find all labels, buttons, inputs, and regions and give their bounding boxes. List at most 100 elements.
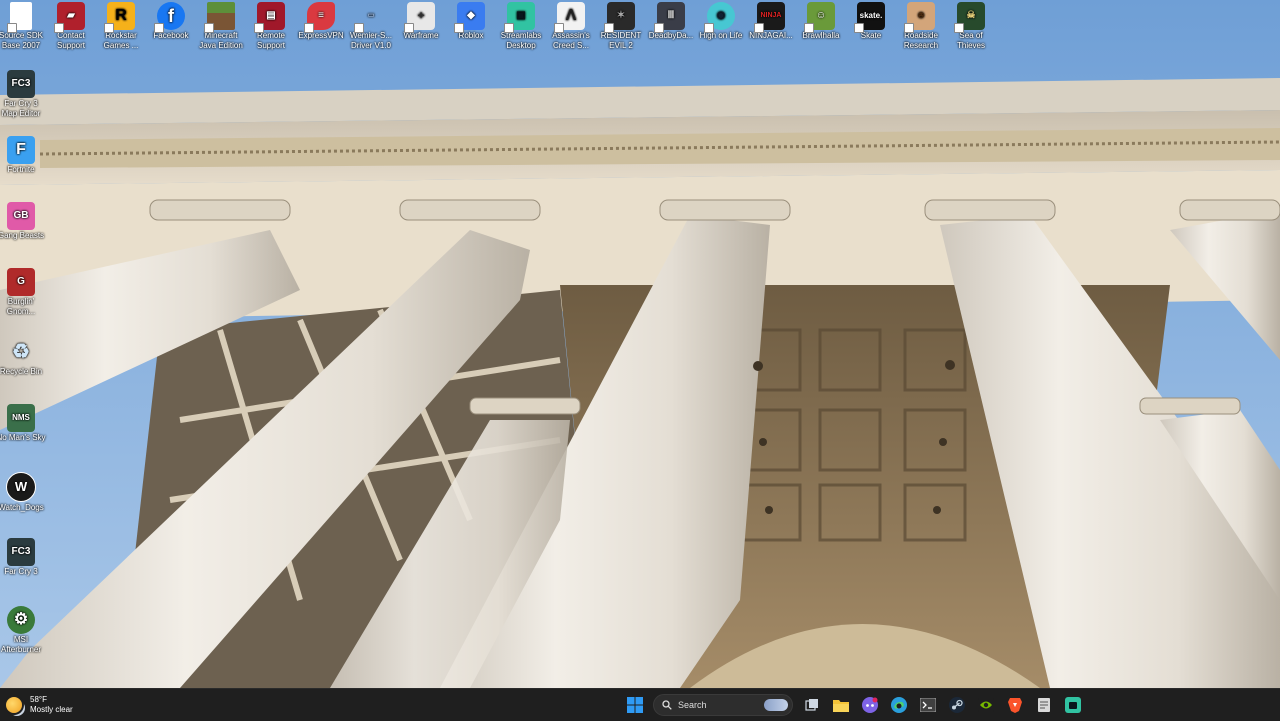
desktop-icon-label: Source SDK Base 2007	[0, 31, 44, 50]
brave-button[interactable]	[1003, 693, 1027, 717]
desktop-icon-dead-by-daylight[interactable]: Ⅲ DeadbyDa...	[646, 0, 696, 41]
nvidia-icon	[977, 698, 994, 712]
desktop-icon-warframe[interactable]: ⟡ Warframe	[396, 0, 446, 41]
desktop-icon-skate[interactable]: skate. Skate	[846, 0, 896, 41]
minecraft-icon	[204, 2, 235, 33]
desktop-icon-resident-evil-2[interactable]: ✶ RESIDENT EVIL 2	[596, 0, 646, 51]
burglin-gnomes-icon: G	[7, 268, 35, 296]
desktop-icon-roblox[interactable]: ◆ Roblox	[446, 0, 496, 41]
msi-afterburner-icon: ⚙	[7, 606, 35, 634]
streamlabs-button[interactable]	[1061, 693, 1085, 717]
desktop-icon-gang-beasts[interactable]: GB Gang Beasts	[0, 200, 46, 241]
roadside-research-icon: ☻	[904, 2, 935, 33]
far-cry-3-icon: FC3	[7, 538, 35, 566]
desktop-icon-burglin-gnomes[interactable]: G Burglin' Gnom...	[0, 266, 46, 317]
desktop-icon-brawlhalla[interactable]: ☺ Brawlhalla	[796, 0, 846, 41]
desktop-icon-label: No Man's Sky	[0, 433, 46, 442]
desktop-icon-assassins-creed[interactable]: Λ Assassin's Creed S...	[546, 0, 596, 51]
terminal-button[interactable]	[916, 693, 940, 717]
desktop-icon-label: Far Cry 3	[4, 567, 38, 576]
desktop-icon-label: RESIDENT EVIL 2	[600, 31, 642, 50]
dead-by-daylight-icon: Ⅲ	[654, 2, 685, 33]
desktop-icon-source-sdk[interactable]: Source SDK Base 2007	[0, 0, 46, 51]
fortnite-icon: F	[7, 136, 35, 164]
desktop-icon-contact-support[interactable]: ▰ Contact Support	[46, 0, 96, 51]
file-explorer-button[interactable]	[829, 693, 853, 717]
desktop-icon-ninja-gaiden[interactable]: NINJA NINJAGAI...	[746, 0, 796, 41]
desktop-icon-rockstar-games[interactable]: R Rockstar Games ...	[96, 0, 146, 51]
desktop-icon-far-cry-3[interactable]: FC3 Far Cry 3	[0, 536, 46, 577]
desktop-icon-label: Gang Beasts	[0, 231, 45, 240]
roblox-icon: ◆	[454, 2, 485, 33]
desktop-icon-facebook[interactable]: f Facebook	[146, 0, 196, 41]
taskbar: 58°F Mostly clear Search	[0, 688, 1280, 721]
task-view-button[interactable]	[800, 693, 824, 717]
brave-icon	[1007, 698, 1022, 713]
desktop-icon-label: Rockstar Games ...	[103, 31, 139, 50]
desktop-icon-label: Remote Support	[256, 31, 286, 50]
desktop-icon-driver[interactable]: ▭ Wemier-S... Driver V1.0	[346, 0, 396, 51]
desktop-icon-label: Assassin's Creed S...	[552, 31, 590, 50]
desktop-icon-watch-dogs[interactable]: W Watch_Dogs	[0, 470, 46, 513]
steam-icon	[948, 697, 965, 713]
terminal-icon	[919, 698, 936, 712]
skate-icon: skate.	[854, 2, 885, 33]
taskbar-search-box[interactable]: Search	[653, 694, 793, 716]
desktop-icon-recycle-bin[interactable]: ♻ Recycle Bin	[0, 336, 46, 377]
watch-dogs-icon: W	[6, 472, 36, 502]
nvidia-button[interactable]	[974, 693, 998, 717]
desktop-icon-streamlabs[interactable]: ▣ Streamlabs Desktop	[496, 0, 546, 51]
ninja-gaiden-icon: NINJA	[754, 2, 785, 33]
desktop-icon-label: Wemier-S... Driver V1.0	[349, 31, 393, 50]
weather-condition: Mostly clear	[30, 705, 73, 714]
desktop-icon-no-mans-sky[interactable]: NMS No Man's Sky	[0, 402, 46, 443]
search-icon	[662, 700, 672, 710]
desktop-icon-label: Roadside Research	[903, 31, 939, 50]
desktop-icon-minecraft[interactable]: Minecraft Java Edition	[196, 0, 246, 51]
notepad-button[interactable]	[1032, 693, 1056, 717]
desktop-icon-label: Streamlabs Desktop	[500, 31, 542, 50]
edge-button[interactable]	[887, 693, 911, 717]
desktop-icon-label: Minecraft Java Edition	[199, 31, 243, 50]
start-button[interactable]	[623, 693, 647, 717]
weather-temperature: 58°F	[30, 695, 47, 704]
weather-widget[interactable]: 58°F Mostly clear	[6, 693, 73, 717]
no-mans-sky-icon: NMS	[7, 404, 35, 432]
search-label: Search	[678, 700, 707, 710]
discord-button[interactable]	[858, 693, 882, 717]
search-highlight-icon	[764, 699, 788, 711]
desktop-icon-sea-of-thieves[interactable]: ☠ Sea of Thieves	[946, 0, 996, 51]
taskbar-pinned-apps: Search	[620, 692, 1087, 718]
brawlhalla-icon: ☺	[804, 2, 835, 33]
desktop-icon-label: Contact Support	[56, 31, 86, 50]
desktop-wallpaper	[0, 0, 1280, 688]
discord-icon	[861, 697, 878, 713]
folder-icon	[832, 700, 849, 712]
desktop-icon-label: Fortnite	[7, 165, 35, 174]
desktop-icon-remote-support[interactable]: ▤ Remote Support	[246, 0, 296, 51]
desktop-icon-label: Sea of Thieves	[956, 31, 985, 50]
desktop-icon-fortnite[interactable]: F Fortnite	[0, 134, 46, 175]
recycle-bin-icon: ♻	[12, 341, 30, 363]
desktop-icon-label: MSI Afterburner	[0, 635, 42, 654]
desktop-icon-label: Far Cry 3 Map Editor	[1, 99, 41, 118]
desktop-icon-label: Recycle Bin	[0, 367, 43, 376]
desktop-icon-roadside-research[interactable]: ☻ Roadside Research	[896, 0, 946, 51]
gang-beasts-icon: GB	[7, 202, 35, 230]
task-view-icon	[804, 699, 818, 711]
edge-icon	[890, 697, 907, 713]
desktop-icon-high-on-life[interactable]: ◉ High on Life	[696, 0, 746, 41]
desktop-icon-far-cry-3-map-editor[interactable]: FC3 Far Cry 3 Map Editor	[0, 68, 46, 119]
expressvpn-icon: ≡	[304, 2, 335, 33]
steam-button[interactable]	[945, 693, 969, 717]
desktop-icon-expressvpn[interactable]: ≡ ExpressVPN	[296, 0, 346, 41]
rockstar-icon: R	[104, 2, 135, 33]
streamlabs-icon: ▣	[504, 2, 535, 33]
sea-of-thieves-icon: ☠	[954, 2, 985, 33]
chat-support-icon: ▰	[54, 2, 85, 33]
assassins-creed-icon: Λ	[554, 2, 585, 33]
windows-logo-icon	[626, 697, 643, 713]
driver-icon: ▭	[354, 2, 385, 33]
desktop-icon-msi-afterburner[interactable]: ⚙ MSI Afterburner	[0, 604, 46, 655]
remote-support-icon: ▤	[254, 2, 285, 33]
